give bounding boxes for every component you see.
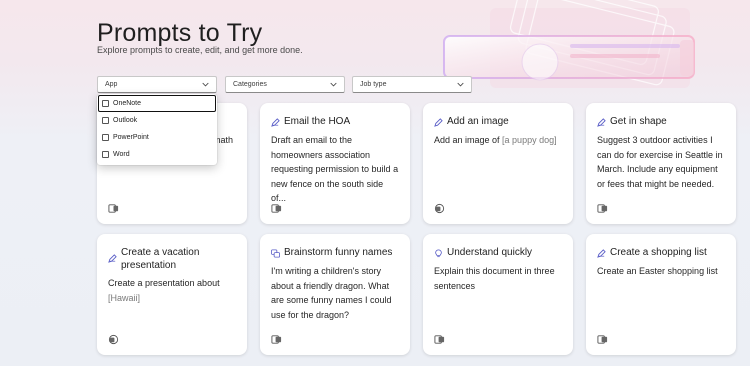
hero-illustration	[443, 0, 695, 88]
prompt-card-body: Create an Easter shopping list	[597, 266, 718, 276]
word-icon	[271, 335, 282, 344]
lightbulb-icon	[435, 249, 442, 258]
prompt-card[interactable]: Understand quickly Explain this document…	[423, 234, 573, 355]
prompt-card-body: Create a presentation about [Hawaii]	[108, 276, 237, 305]
page-subtitle: Explore prompts to create, edit, and get…	[97, 45, 303, 55]
prompt-card-header: Brainstorm funny names	[271, 247, 402, 260]
option-label: Outlook	[113, 117, 138, 124]
prompt-card-title: Brainstorm funny names	[284, 247, 393, 258]
word-icon	[597, 335, 608, 344]
prompt-card-title: Create a shopping list	[610, 247, 707, 258]
checkbox[interactable]	[102, 134, 109, 141]
prompt-card-body: Suggest 3 outdoor activities I can do fo…	[597, 135, 723, 189]
prompt-card-body: I'm writing a children's story about a f…	[271, 266, 392, 320]
prompt-card-header: Add an image	[434, 116, 565, 129]
prompt-card[interactable]: Email the HOA Draft an email to the home…	[260, 103, 410, 224]
job-type-filter-dropdown[interactable]: Job type	[352, 76, 472, 93]
app-filter-label: App	[105, 81, 118, 88]
prompt-card-title: Understand quickly	[447, 247, 533, 258]
powerpoint-icon	[434, 203, 445, 214]
powerpoint-icon	[108, 334, 119, 345]
prompt-card-header: Create a vacation presentation	[108, 247, 239, 272]
prompt-card-header: Get in shape	[597, 116, 728, 129]
chevron-down-icon	[330, 82, 337, 87]
pen-icon	[597, 118, 606, 127]
option-label: Word	[113, 151, 130, 158]
prompt-card-title: Email the HOA	[284, 116, 351, 127]
option-powerpoint[interactable]: PowerPoint	[97, 129, 217, 146]
option-label: PowerPoint	[113, 134, 149, 141]
categories-filter-dropdown[interactable]: Categories	[225, 76, 345, 93]
word-icon	[434, 335, 445, 344]
app-dropdown-menu: OneNote Outlook PowerPoint Word	[97, 94, 217, 165]
app-filter-dropdown[interactable]: App	[97, 76, 217, 93]
option-word[interactable]: Word	[97, 146, 217, 163]
prompt-card[interactable]: Create a vacation presentation Create a …	[97, 234, 247, 355]
prompt-card[interactable]: Get in shape Suggest 3 outdoor activitie…	[586, 103, 736, 224]
prompt-text: Create a presentation about	[108, 278, 220, 288]
checkbox[interactable]	[102, 151, 109, 158]
chevron-down-icon	[202, 82, 209, 87]
option-onenote[interactable]: OneNote	[98, 95, 216, 112]
job-type-filter-label: Job type	[360, 81, 387, 88]
prompt-card-body: Add an image of [a puppy dog]	[434, 133, 563, 148]
prompt-card-body: Draft an email to the homeowners associa…	[271, 135, 399, 203]
onenote-icon	[597, 204, 608, 213]
pencil-icon	[434, 118, 443, 127]
prompt-card[interactable]: Create a shopping list Create an Easter …	[586, 234, 736, 355]
prompt-card-title: Create a vacation presentation	[121, 247, 200, 271]
checkbox[interactable]	[102, 117, 109, 124]
prompt-card-header: Understand quickly	[434, 247, 565, 260]
prompt-card-title: Add an image	[447, 116, 509, 127]
categories-filter-label: Categories	[233, 81, 267, 88]
prompt-card-body: Explain this document in three sentences	[434, 266, 555, 291]
prompt-card-header: Create a shopping list	[597, 247, 728, 260]
prompt-card[interactable]: Add an image Add an image of [a puppy do…	[423, 103, 573, 224]
app-icon	[108, 204, 119, 213]
prompt-placeholder: [Hawaii]	[108, 292, 141, 303]
chevron-down-icon	[457, 82, 464, 87]
option-label: OneNote	[113, 100, 142, 107]
prompt-card-title: Get in shape	[610, 116, 667, 127]
option-outlook[interactable]: Outlook	[97, 112, 217, 129]
prompt-card[interactable]: Brainstorm funny names I'm writing a chi…	[260, 234, 410, 355]
checkbox[interactable]	[102, 100, 109, 107]
outlook-icon	[271, 204, 282, 213]
pen-icon	[271, 118, 280, 127]
prompt-text: Add an image of	[434, 135, 503, 145]
page-title: Prompts to Try	[97, 19, 263, 47]
chat-icon	[271, 249, 280, 258]
pen-icon	[108, 254, 117, 263]
pen-icon	[597, 249, 606, 258]
prompt-placeholder: [a puppy dog]	[502, 135, 557, 145]
prompt-card-header: Email the HOA	[271, 116, 402, 129]
